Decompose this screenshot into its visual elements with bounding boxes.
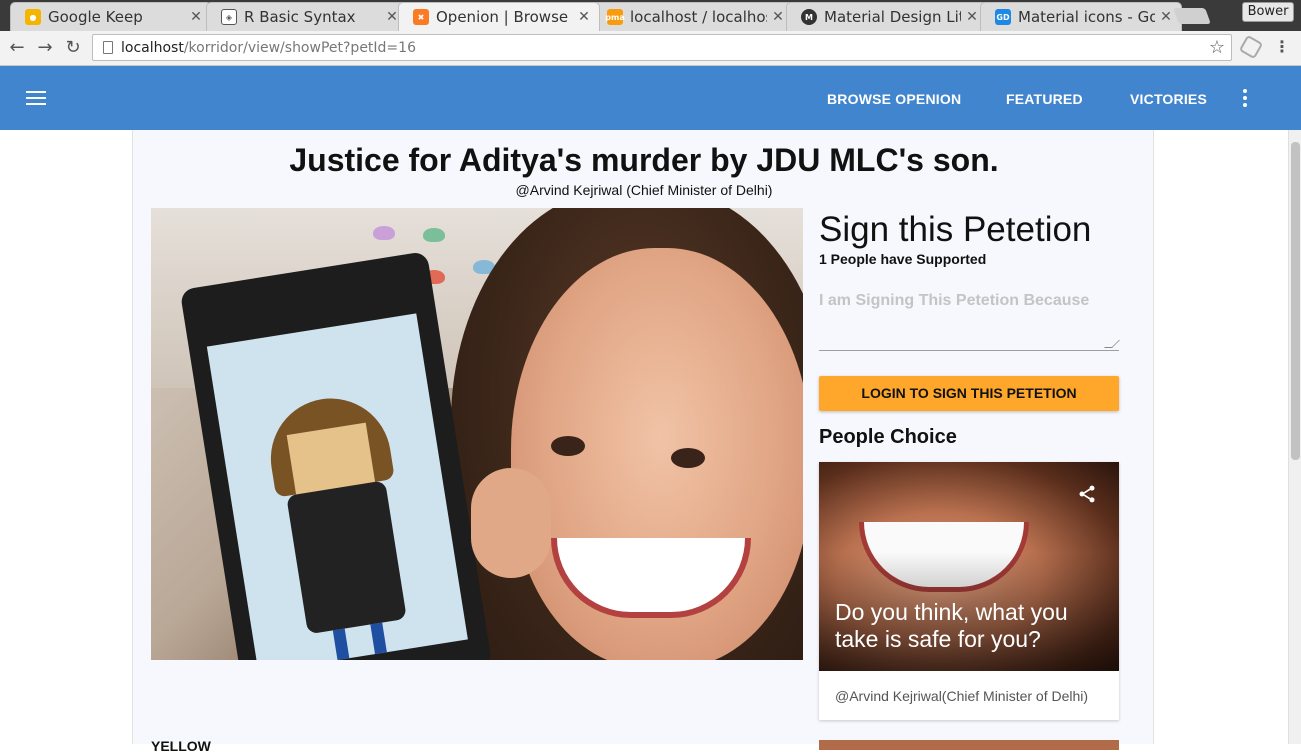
- close-tab-icon[interactable]: ✕: [189, 9, 203, 25]
- page-content: Justice for Aditya's murder by JDU MLC's…: [0, 130, 1288, 754]
- people-choice-image: Do you think, what you take is safe for …: [819, 462, 1119, 671]
- nav-browse-openion[interactable]: BROWSE OPENION: [827, 91, 961, 107]
- browser-toolbar: ← → ↻ localhost/korridor/view/showPet?pe…: [0, 31, 1301, 66]
- bookmark-star-icon[interactable]: ☆: [1209, 37, 1225, 58]
- page-scrollbar[interactable]: [1288, 130, 1301, 744]
- close-tab-icon[interactable]: ✕: [577, 9, 591, 25]
- browser-tab-phpmyadmin[interactable]: pma localhost / localhos ✕: [592, 2, 794, 31]
- browser-tab-google-keep[interactable]: ● Google Keep ✕: [10, 2, 212, 31]
- tab-label: localhost / localhos: [630, 8, 767, 26]
- browser-tab-r-basic-syntax[interactable]: ◈ R Basic Syntax ✕: [206, 2, 408, 31]
- supporters-count: 1 People have Supported: [819, 251, 987, 267]
- login-to-sign-button[interactable]: LOGIN TO SIGN THIS PETETION: [819, 376, 1119, 411]
- browser-tab-openion[interactable]: ✖ Openion | Browse A ✕: [398, 2, 600, 31]
- sign-petition-heading: Sign this Petetion: [819, 210, 1092, 249]
- tab-label: Material Design Lit: [824, 8, 961, 26]
- tab-label: Material icons - Goo: [1018, 8, 1155, 26]
- browser-menu-icon[interactable]: ⋮: [1274, 37, 1290, 56]
- close-tab-icon[interactable]: ✕: [771, 9, 785, 25]
- tab-label: Google Keep: [48, 8, 143, 26]
- forward-arrow-icon[interactable]: →: [34, 37, 56, 59]
- scrollbar-thumb[interactable]: [1291, 142, 1300, 460]
- petition-body-text: YELLOW: [151, 738, 211, 754]
- keep-bulb-icon: ●: [25, 9, 41, 25]
- petition-title: Justice for Aditya's murder by JDU MLC's…: [289, 142, 999, 178]
- next-choice-card[interactable]: [819, 740, 1119, 750]
- close-tab-icon[interactable]: ✕: [1159, 9, 1173, 25]
- extension-icon[interactable]: [1238, 34, 1264, 60]
- people-choice-heading: People Choice: [819, 426, 957, 448]
- more-vert-icon[interactable]: [1242, 89, 1248, 107]
- nav-featured[interactable]: FEATURED: [1006, 91, 1083, 107]
- app-header: BROWSE OPENION FEATURED VICTORIES: [0, 66, 1301, 130]
- close-tab-icon[interactable]: ✕: [385, 9, 399, 25]
- petition-hero-image: [151, 208, 803, 660]
- people-choice-caption: Do you think, what you take is safe for …: [835, 599, 1068, 652]
- url-path: /korridor/view/showPet?petId=16: [183, 40, 416, 56]
- people-choice-card[interactable]: Do you think, what you take is safe for …: [819, 462, 1119, 720]
- tab-label: Openion | Browse A: [436, 8, 573, 26]
- new-tab-button[interactable]: [1173, 8, 1211, 24]
- petition-author: @Arvind Kejriwal (Chief Minister of Delh…: [515, 182, 773, 198]
- share-icon[interactable]: [1077, 484, 1097, 504]
- tutorials-point-icon: ◈: [221, 9, 237, 25]
- browser-tab-material-icons[interactable]: GD Material icons - Goo ✕: [980, 2, 1182, 31]
- tab-label: R Basic Syntax: [244, 8, 356, 26]
- google-design-icon: GD: [995, 9, 1011, 25]
- xampp-icon: ✖: [413, 9, 429, 25]
- page-icon: [103, 41, 113, 54]
- nav-victories[interactable]: VICTORIES: [1130, 91, 1207, 107]
- people-choice-author: @Arvind Kejriwal(Chief Minister of Delhi…: [835, 688, 1089, 704]
- petition-card: Justice for Aditya's murder by JDU MLC's…: [132, 130, 1154, 754]
- profile-button[interactable]: Bower: [1242, 2, 1294, 22]
- url-text: localhost/korridor/view/showPet?petId=16: [121, 40, 416, 56]
- signing-reason-input[interactable]: [819, 280, 1119, 351]
- close-tab-icon[interactable]: ✕: [965, 9, 979, 25]
- phpmyadmin-icon: pma: [605, 9, 625, 25]
- browser-tab-material-design-lite[interactable]: M Material Design Lit ✕: [786, 2, 988, 31]
- material-lite-icon: M: [801, 9, 817, 25]
- url-host: localhost: [121, 40, 184, 56]
- address-bar[interactable]: localhost/korridor/view/showPet?petId=16…: [92, 34, 1232, 61]
- browser-tab-strip: ● Google Keep ✕ ◈ R Basic Syntax ✕ ✖ Ope…: [0, 0, 1301, 31]
- back-arrow-icon[interactable]: ←: [6, 37, 28, 59]
- reload-icon[interactable]: ↻: [62, 37, 84, 59]
- hamburger-menu-icon[interactable]: [26, 91, 46, 105]
